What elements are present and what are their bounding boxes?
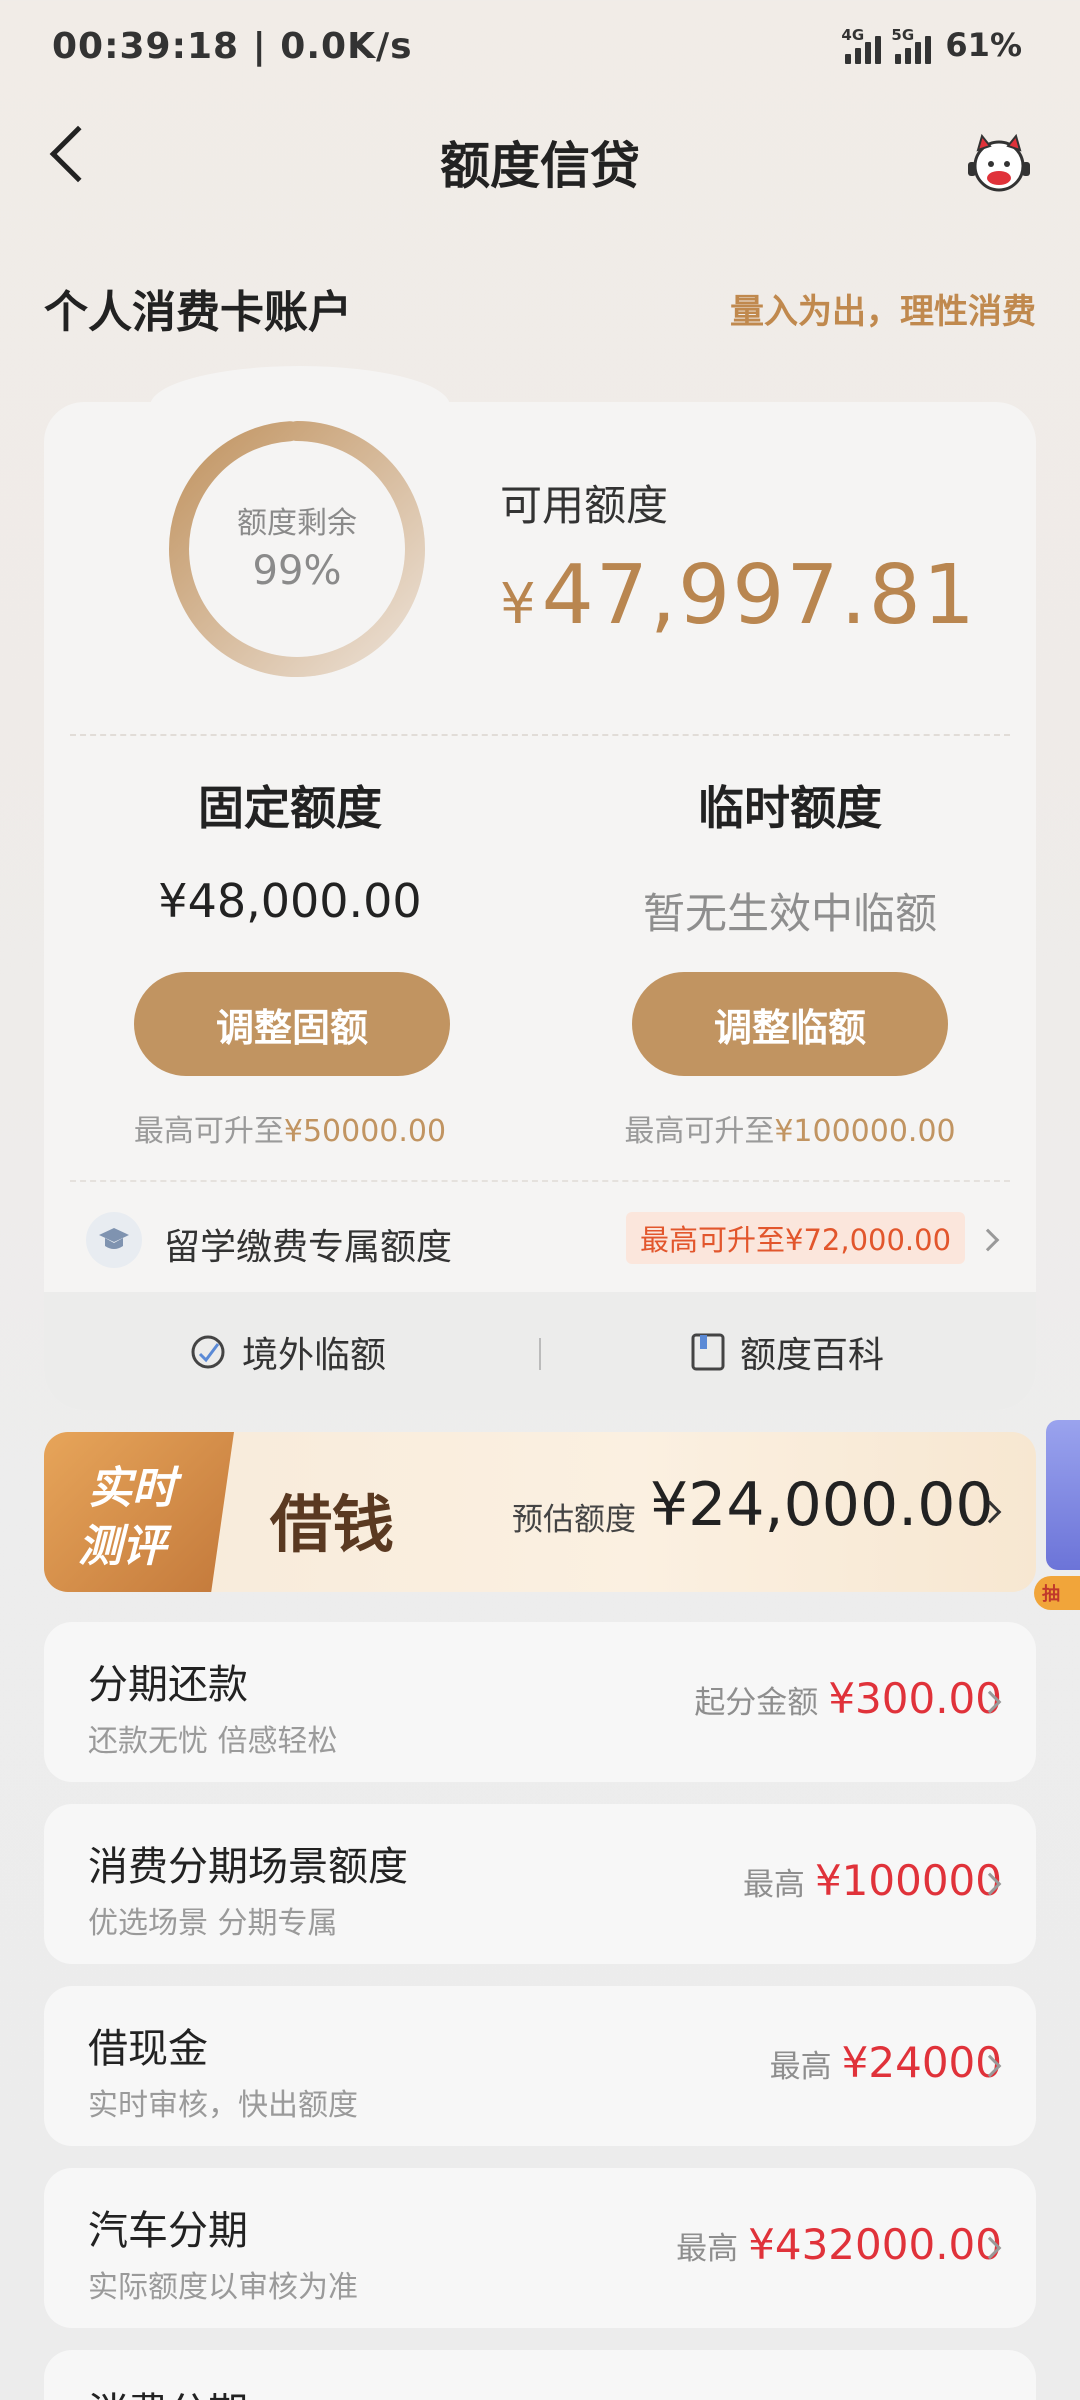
list-item-amount-group: 最高 ¥24000 [770, 2038, 1002, 2087]
adjust-temp-button[interactable]: 调整临额 [632, 972, 948, 1076]
account-title: 个人消费卡账户 [44, 287, 352, 338]
temp-quota-hint: 最高可升至¥100000.00 [540, 1106, 1040, 1150]
refresh-globe-icon [191, 1335, 225, 1369]
status-indicators: 4G 5G 61% [841, 26, 1022, 64]
available-amount-value: 47,997.81 [541, 548, 977, 643]
study-abroad-badge: 最高可升至¥72,000.00 [626, 1212, 966, 1264]
estimate-amount: ¥24,000.00 [650, 1470, 994, 1540]
temp-hint-prefix: 最高可升至 [624, 1114, 775, 1149]
graduation-cap-icon [86, 1212, 142, 1268]
quota-wiki-link[interactable]: 额度百科 [690, 1326, 884, 1378]
temp-hint-amount: ¥100000.00 [774, 1114, 956, 1149]
badge-line-1: 实时 [88, 1463, 176, 1514]
list-item-title: 汽车分期 [88, 2208, 248, 2254]
list-item-subtitle: 实时审核，快出额度 [88, 2088, 358, 2123]
floating-ad-tag[interactable]: 抽 [1034, 1576, 1080, 1610]
temp-quota-value: 暂无生效中临额 [642, 889, 937, 938]
divider [70, 734, 1010, 736]
list-item-amount-group: 起分金额 ¥300.00 [694, 1674, 1002, 1723]
estimate-label: 预估额度 [512, 1502, 636, 1538]
battery-level: 61% [945, 26, 1022, 64]
divider [539, 1338, 541, 1370]
floating-ad-phone-image[interactable] [1046, 1420, 1080, 1570]
list-item-title: 分期还款 [88, 1662, 248, 1708]
network-5g-label: 5G [891, 26, 915, 44]
available-quota-label: 可用额度 [500, 481, 669, 530]
fixed-hint-amount: ¥50000.00 [283, 1114, 447, 1149]
amount-prefix: 最高 [742, 1867, 805, 1903]
list-item-title: 借现金 [88, 2026, 208, 2072]
amount-prefix: 最高 [769, 2049, 832, 2085]
book-icon [691, 1333, 725, 1371]
list-item-title: 消费分期场景额度 [88, 1844, 408, 1890]
fixed-quota-value: ¥48,000.00 [158, 874, 422, 928]
adjust-fixed-button[interactable]: 调整固额 [134, 972, 450, 1076]
divider [70, 1180, 1010, 1182]
list-item-amount-group: 最高 ¥432000.00 [676, 2220, 1002, 2269]
amount-prefix: 起分金额 [694, 1685, 819, 1721]
overseas-label: 境外临额 [242, 1335, 387, 1376]
study-abroad-quota-label[interactable]: 留学缴费专属额度 [164, 1218, 452, 1270]
signal-4g-icon: 4G [841, 26, 882, 64]
fixed-quota-hint: 最高可升至¥50000.00 [40, 1106, 540, 1150]
account-slogan: 量入为出，理性消费 [730, 292, 1036, 332]
badge-line-2: 测评 [78, 1521, 166, 1572]
network-4g-label: 4G [841, 26, 865, 44]
list-item-subtitle: 还款无忧 倍感轻松 [88, 1724, 338, 1759]
fixed-hint-prefix: 最高可升至 [133, 1114, 284, 1149]
list-item-subtitle: 优选场景 分期专属 [88, 1906, 338, 1941]
fixed-quota-title: 固定额度 [198, 781, 382, 835]
amount-value: ¥24000 [841, 2038, 1002, 2087]
overseas-temp-quota-link[interactable]: 境外临额 [188, 1326, 386, 1378]
wiki-label: 额度百科 [740, 1335, 885, 1376]
assistant-mascot-icon[interactable] [962, 126, 1036, 200]
status-time: 00:39:18 | 0.0K/s [52, 26, 413, 67]
signal-5g-icon: 5G [891, 26, 932, 64]
list-item-subtitle: 实际额度以审核为准 [88, 2270, 358, 2305]
available-quota-amount: ¥47,997.81 [500, 548, 977, 643]
page-title: 额度信贷 [440, 137, 640, 195]
amount-prefix: 最高 [676, 2231, 739, 2267]
amount-value: ¥300.00 [828, 1674, 1002, 1723]
list-item-amount-group: 最高 ¥100000 [743, 1856, 1002, 1905]
amount-value: ¥100000 [814, 1856, 1002, 1905]
temp-quota-title: 临时额度 [698, 781, 882, 835]
borrow-title: 借钱 [270, 1488, 395, 1561]
list-item-title: 消费分期 [88, 2380, 248, 2400]
amount-value: ¥432000.00 [748, 2220, 1002, 2269]
currency-symbol: ¥ [500, 572, 538, 637]
ring-label: 额度剩余 [237, 506, 357, 541]
ring-percent: 99% [252, 548, 342, 594]
